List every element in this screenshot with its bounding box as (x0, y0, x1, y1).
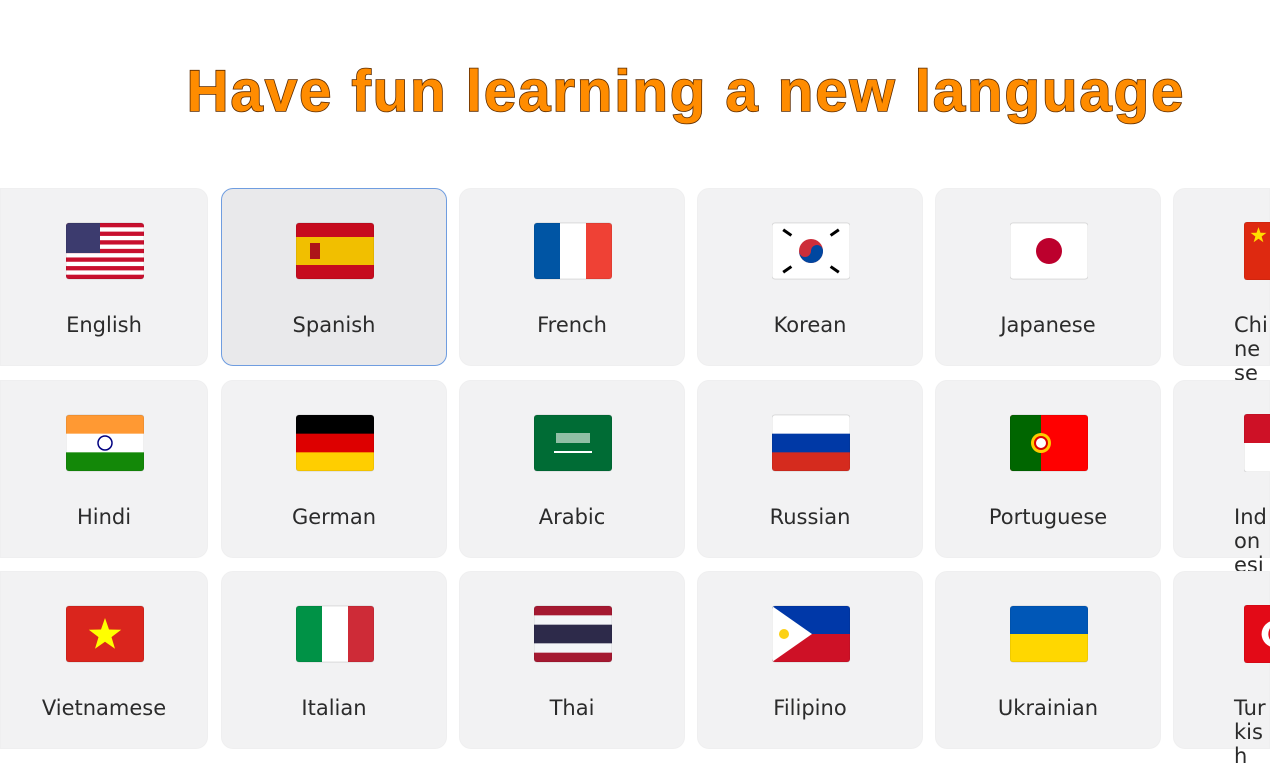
language-card-korean[interactable]: Korean (697, 188, 923, 366)
language-label: Arabic (538, 505, 606, 529)
language-label: German (291, 505, 377, 529)
flag-tr-icon (1244, 605, 1270, 663)
flag-us-icon (66, 222, 144, 280)
language-card-thai[interactable]: Thai (459, 571, 685, 749)
flag-ph-icon (772, 605, 850, 663)
language-label: Filipino (773, 696, 847, 720)
language-label: Vietnamese (41, 696, 167, 720)
language-card-english[interactable]: English (0, 188, 208, 366)
language-label: Italian (301, 696, 367, 720)
language-grid: English Spanish French Korean Japanese Chines… (0, 0, 1270, 768)
language-card-german[interactable]: German (221, 380, 447, 558)
flag-es-icon (296, 222, 374, 280)
language-card-ukrainian[interactable]: Ukrainian (935, 571, 1161, 749)
language-label: French (537, 313, 607, 337)
language-label: Russian (769, 505, 851, 529)
flag-sa-icon (534, 414, 612, 472)
language-card-chinese[interactable]: Chinese (1173, 188, 1270, 385)
language-card-filipino[interactable]: Filipino (697, 571, 923, 749)
flag-jp-icon (1010, 222, 1088, 280)
flag-fr-icon (534, 222, 612, 280)
language-label: Thai (549, 696, 595, 720)
flag-it-icon (296, 605, 374, 663)
language-card-indonesian[interactable]: Indonesian (1173, 380, 1270, 601)
language-card-portuguese[interactable]: Portuguese (935, 380, 1161, 558)
language-label: Hindi (76, 505, 132, 529)
flag-kr-icon (772, 222, 850, 280)
flag-ru-icon (772, 414, 850, 472)
language-label: English (66, 313, 142, 337)
language-card-vietnamese[interactable]: Vietnamese (0, 571, 208, 749)
language-card-hindi[interactable]: Hindi (0, 380, 208, 558)
flag-cn-icon (1244, 222, 1270, 280)
language-label: Korean (773, 313, 847, 337)
language-card-italian[interactable]: Italian (221, 571, 447, 749)
language-card-french[interactable]: French (459, 188, 685, 366)
language-label: Chinese (1234, 313, 1268, 385)
flag-in-icon (66, 414, 144, 472)
flag-pt-icon (1010, 414, 1088, 472)
language-card-japanese[interactable]: Japanese (935, 188, 1161, 366)
language-label: Japanese (1000, 313, 1096, 337)
language-label: Spanish (292, 313, 376, 337)
language-label: Turkish (1234, 696, 1266, 768)
flag-id-icon (1244, 414, 1270, 472)
flag-th-icon (534, 605, 612, 663)
language-card-arabic[interactable]: Arabic (459, 380, 685, 558)
language-card-russian[interactable]: Russian (697, 380, 923, 558)
language-label: Ukrainian (997, 696, 1099, 720)
language-label: Portuguese (988, 505, 1108, 529)
flag-vn-icon (66, 605, 144, 663)
flag-de-icon (296, 414, 374, 472)
language-card-turkish[interactable]: Turkish (1173, 571, 1270, 768)
flag-ua-icon (1010, 605, 1088, 663)
language-card-spanish[interactable]: Spanish (221, 188, 447, 366)
